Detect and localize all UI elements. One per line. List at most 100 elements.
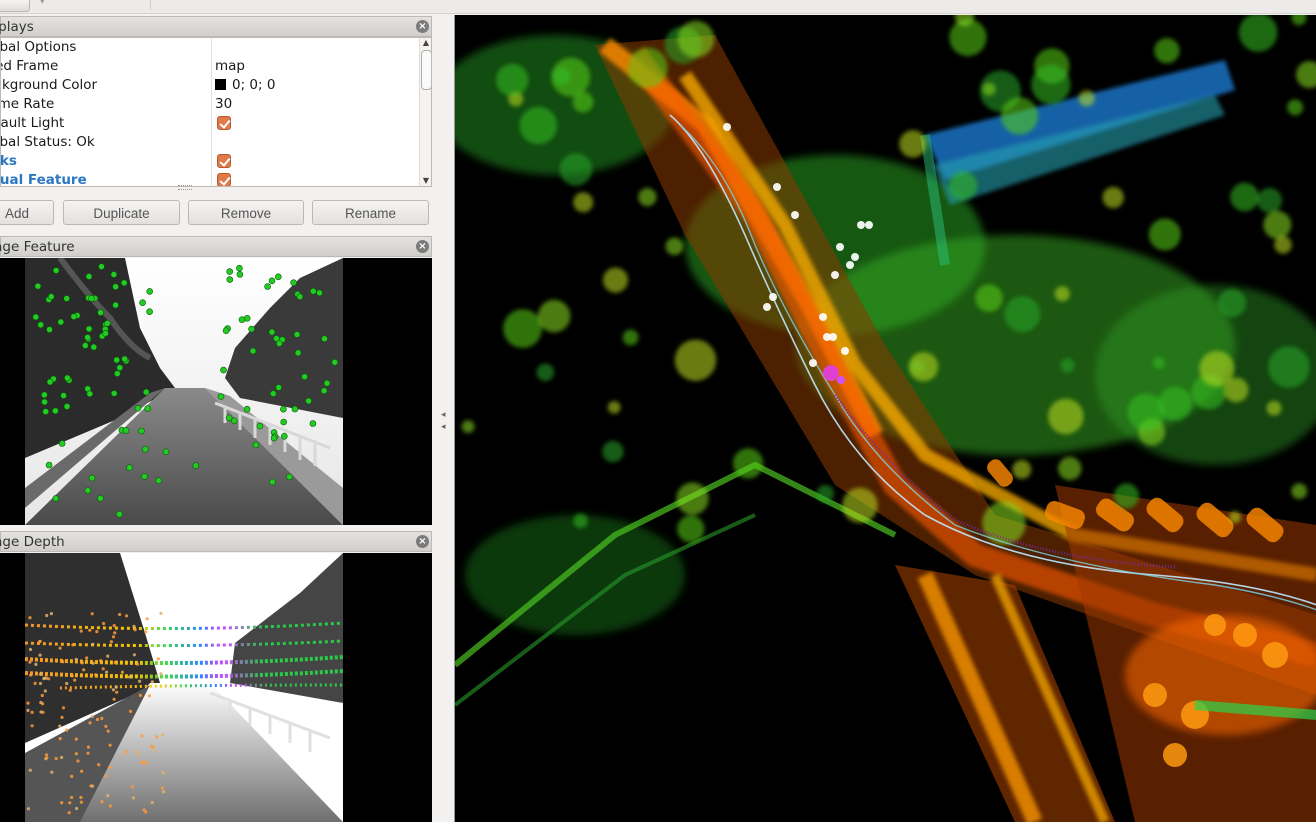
point-cloud-map: [455, 15, 1316, 822]
rename-button[interactable]: Rename: [312, 200, 429, 225]
depth-point: [70, 795, 74, 800]
depth-point: [108, 765, 112, 769]
frame-rate-value[interactable]: 30: [215, 96, 232, 112]
scroll-down-icon[interactable]: ▼: [421, 176, 431, 186]
close-icon[interactable]: ×: [416, 20, 429, 33]
image-depth-view: [0, 553, 432, 822]
tree-row-background-color[interactable]: Background Color 0; 0; 0: [1, 76, 419, 95]
depth-point: [159, 611, 163, 615]
collapse-handle-icon[interactable]: ◂: [441, 422, 449, 434]
feature-point: [70, 313, 78, 320]
depth-point: [65, 728, 69, 732]
tree-row-label: Global Options: [0, 39, 77, 55]
background-color-value[interactable]: 0; 0; 0: [215, 77, 275, 93]
feature-point: [116, 510, 123, 518]
image-depth-picture: [24, 553, 344, 822]
feature-point: [275, 340, 283, 347]
depth-point: [91, 661, 95, 665]
toolbar-button[interactable]: [0, 0, 30, 12]
close-icon[interactable]: ×: [416, 240, 429, 253]
depth-point: [68, 688, 72, 692]
tree-row-frame-rate[interactable]: Frame Rate 30: [1, 95, 419, 114]
feature-point: [88, 295, 95, 302]
add-button[interactable]: Add: [0, 200, 54, 225]
depth-point: [106, 729, 110, 733]
feature-point: [84, 334, 91, 341]
landmark-point: [831, 271, 839, 279]
tree-row-fixed-frame[interactable]: Fixed Frame map: [1, 57, 419, 76]
depth-point: [79, 795, 83, 800]
depth-point: [135, 750, 139, 754]
depth-point: [86, 745, 91, 749]
color-swatch: [215, 79, 226, 90]
tree-row-visual-feature[interactable]: Visual Feature: [1, 171, 419, 186]
tree-canopy: [552, 67, 571, 86]
depth-point: [44, 676, 48, 680]
tree-scrollbar[interactable]: ▲ ▼: [419, 38, 431, 186]
tree-row-global-status[interactable]: Global Status: Ok: [1, 133, 419, 152]
feature-point: [146, 308, 153, 316]
close-icon[interactable]: ×: [416, 535, 429, 548]
depth-point: [30, 710, 34, 714]
tree-canopy: [982, 82, 996, 96]
tree-canopy: [1058, 456, 1082, 481]
depth-point: [54, 757, 58, 761]
tree-canopy: [1012, 460, 1032, 479]
tree-canopy: [899, 130, 927, 158]
tree-canopy: [816, 485, 834, 503]
feature-point: [84, 487, 92, 494]
landmark-point: [819, 313, 827, 321]
feature-point: [236, 264, 243, 272]
tree-canopy: [842, 487, 878, 523]
feature-point: [269, 390, 277, 397]
duplicate-button[interactable]: Duplicate: [63, 200, 180, 225]
resize-grip[interactable]: [178, 185, 192, 190]
feature-point: [243, 405, 251, 413]
depth-point: [100, 716, 104, 720]
depth-point: [28, 660, 32, 664]
tree-row-global-options[interactable]: Global Options: [1, 38, 419, 57]
tree-row-links[interactable]: Links: [1, 152, 419, 171]
depth-point: [29, 673, 33, 677]
depth-point: [125, 750, 129, 754]
tree-canopy: [536, 363, 555, 382]
feature-point: [331, 359, 339, 366]
depth-point: [79, 800, 84, 804]
depth-point: [138, 693, 142, 697]
scrollbar-thumb[interactable]: [421, 50, 431, 90]
fixed-frame-value[interactable]: map: [215, 58, 245, 74]
tree-canopy: [461, 420, 475, 433]
feature-point: [120, 279, 128, 287]
tree-canopy: [908, 352, 939, 382]
splitter-handle-icon[interactable]: ◂: [441, 410, 449, 422]
links-checkbox[interactable]: [217, 154, 231, 168]
3d-view[interactable]: [454, 15, 1316, 822]
depth-point: [140, 734, 144, 738]
depth-point: [132, 653, 136, 657]
depth-point: [159, 672, 163, 676]
pointer-icon[interactable]: ▾: [40, 0, 50, 7]
visual-feature-checkbox[interactable]: [217, 173, 231, 186]
remove-button[interactable]: Remove: [188, 200, 304, 225]
depth-point: [100, 800, 104, 804]
depth-point: [33, 681, 37, 685]
depth-point: [80, 661, 84, 665]
tree-row-default-light[interactable]: Default Light: [1, 114, 419, 133]
depth-point: [111, 635, 116, 639]
depth-point: [28, 616, 32, 620]
depth-point: [104, 774, 108, 778]
image-feature-view: [0, 258, 432, 525]
depth-point: [37, 640, 42, 644]
image-depth-panel-title: Image Depth: [0, 534, 65, 550]
feature-point: [52, 407, 59, 415]
tree-canopy: [1078, 90, 1095, 107]
default-light-checkbox[interactable]: [217, 116, 231, 130]
depth-point: [86, 751, 90, 755]
feature-point: [217, 393, 225, 400]
depth-point: [58, 737, 62, 741]
feature-point: [97, 495, 104, 502]
feature-point: [268, 328, 276, 336]
depth-point: [133, 628, 137, 632]
depth-point: [80, 769, 84, 773]
scroll-up-icon[interactable]: ▲: [421, 38, 431, 48]
